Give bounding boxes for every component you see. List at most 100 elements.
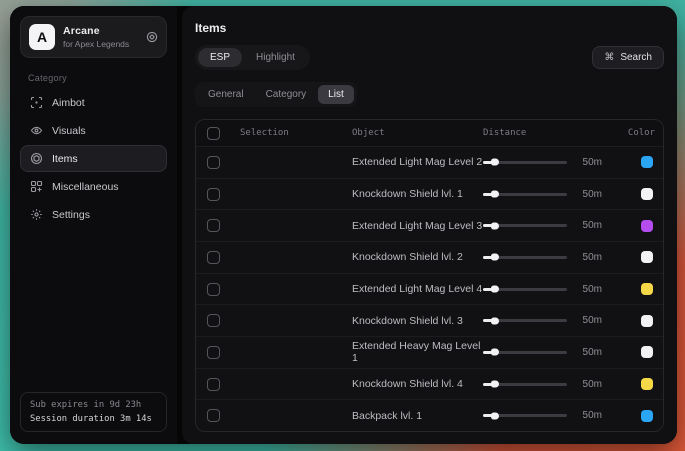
distance-slider[interactable] (483, 288, 567, 291)
color-swatch[interactable] (641, 283, 653, 295)
distance-slider[interactable] (483, 319, 567, 322)
slider-thumb[interactable] (491, 412, 499, 419)
object-name: Knockdown Shield lvl. 3 (352, 315, 483, 327)
sidebar-item-settings[interactable]: Settings (20, 201, 167, 228)
distance-value: 50m (576, 157, 602, 168)
distance-slider[interactable] (483, 161, 567, 164)
distance-slider[interactable] (483, 383, 567, 386)
crosshair-icon (30, 96, 43, 109)
row-checkbox[interactable] (207, 219, 220, 232)
sidebar-item-visuals[interactable]: Visuals (20, 117, 167, 144)
table-row: Extended Light Mag Level 4 50m (196, 274, 663, 306)
slider-thumb[interactable] (491, 349, 499, 356)
row-checkbox[interactable] (207, 346, 220, 359)
package-icon (30, 152, 43, 165)
table-row: Knockdown Shield lvl. 4 50m (196, 369, 663, 401)
slider-thumb[interactable] (491, 381, 499, 388)
grid-icon (30, 180, 43, 193)
color-swatch[interactable] (641, 251, 653, 263)
distance-value: 50m (576, 347, 602, 358)
object-name: Extended Light Mag Level 4 (352, 283, 483, 295)
slider-thumb[interactable] (491, 286, 499, 293)
color-swatch[interactable] (641, 220, 653, 232)
color-swatch[interactable] (641, 346, 653, 358)
select-all-checkbox[interactable] (207, 127, 220, 140)
sidebar-item-items[interactable]: Items (20, 145, 167, 172)
app-window: A Arcane for Apex Legends Category Aimbo (10, 6, 677, 444)
tab-general[interactable]: General (198, 85, 254, 104)
distance-slider[interactable] (483, 351, 567, 354)
column-header-object: Object (352, 128, 483, 138)
tab-list[interactable]: List (318, 85, 354, 104)
row-checkbox[interactable] (207, 156, 220, 169)
row-checkbox[interactable] (207, 251, 220, 264)
color-swatch[interactable] (641, 315, 653, 327)
table-row: Extended Light Mag Level 3 50m (196, 210, 663, 242)
brand-subtitle: for Apex Legends (63, 39, 138, 49)
row-checkbox[interactable] (207, 409, 220, 422)
slider-thumb[interactable] (491, 317, 499, 324)
distance-slider[interactable] (483, 414, 567, 417)
table-row: Extended Heavy Mag Level 1 50m (196, 337, 663, 369)
slider-thumb[interactable] (491, 222, 499, 229)
view-tabs: General Category List (195, 82, 357, 107)
object-name: Extended Light Mag Level 2 (352, 156, 483, 168)
table-row: Knockdown Shield lvl. 2 50m (196, 242, 663, 274)
object-name: Knockdown Shield lvl. 4 (352, 378, 483, 390)
sidebar-item-label: Settings (52, 209, 90, 221)
sidebar-item-label: Items (52, 153, 78, 165)
table-row: Knockdown Shield lvl. 1 50m (196, 179, 663, 211)
main-panel: Items ESP Highlight ⌘ Search General Cat… (182, 6, 677, 444)
object-name: Knockdown Shield lvl. 2 (352, 251, 483, 263)
distance-slider[interactable] (483, 256, 567, 259)
items-table: Selection Object Distance Color Extended… (195, 119, 664, 432)
verified-badge-icon[interactable] (146, 31, 158, 43)
color-swatch[interactable] (641, 156, 653, 168)
table-row: Extended Light Mag Level 2 50m (196, 147, 663, 179)
distance-value: 50m (576, 252, 602, 263)
row-checkbox[interactable] (207, 188, 220, 201)
sidebar-item-label: Visuals (52, 125, 86, 137)
sidebar-item-label: Aimbot (52, 97, 85, 109)
row-checkbox[interactable] (207, 283, 220, 296)
tab-highlight[interactable]: Highlight (244, 48, 307, 67)
object-name: Knockdown Shield lvl. 1 (352, 188, 483, 200)
search-button[interactable]: ⌘ Search (592, 46, 664, 69)
tab-category[interactable]: Category (256, 85, 317, 104)
distance-value: 50m (576, 284, 602, 295)
distance-value: 50m (576, 189, 602, 200)
sidebar-item-aimbot[interactable]: Aimbot (20, 89, 167, 116)
table-header: Selection Object Distance Color (196, 120, 663, 147)
distance-value: 50m (576, 379, 602, 390)
tab-esp[interactable]: ESP (198, 48, 242, 67)
slider-thumb[interactable] (491, 254, 499, 261)
sidebar-item-miscellaneous[interactable]: Miscellaneous (20, 173, 167, 200)
distance-slider[interactable] (483, 193, 567, 196)
row-checkbox[interactable] (207, 378, 220, 391)
brand-text: Arcane for Apex Legends (63, 25, 138, 49)
color-swatch[interactable] (641, 188, 653, 200)
slider-thumb[interactable] (491, 191, 499, 198)
category-section-label: Category (28, 73, 167, 83)
table-row: Knockdown Shield lvl. 3 50m (196, 305, 663, 337)
object-name: Extended Light Mag Level 3 (352, 220, 483, 232)
slider-thumb[interactable] (491, 159, 499, 166)
color-swatch[interactable] (641, 378, 653, 390)
search-button-label: Search (620, 52, 652, 63)
table-row: Backpack lvl. 1 50m (196, 400, 663, 431)
brand-card: A Arcane for Apex Legends (20, 16, 167, 58)
column-header-distance: Distance (483, 128, 617, 138)
eye-icon (30, 124, 43, 137)
row-checkbox[interactable] (207, 314, 220, 327)
distance-value: 50m (576, 410, 602, 421)
object-name: Backpack lvl. 1 (352, 410, 483, 422)
column-header-selection: Selection (240, 128, 352, 138)
object-name: Extended Heavy Mag Level 1 (352, 340, 483, 364)
brand-name: Arcane (63, 25, 138, 37)
sidebar: A Arcane for Apex Legends Category Aimbo (10, 6, 177, 444)
distance-slider[interactable] (483, 224, 567, 227)
sub-expires-text: Sub expires in 9d 23h (30, 400, 157, 410)
command-key-icon: ⌘ (604, 52, 614, 63)
column-header-color: Color (617, 128, 655, 138)
color-swatch[interactable] (641, 410, 653, 422)
